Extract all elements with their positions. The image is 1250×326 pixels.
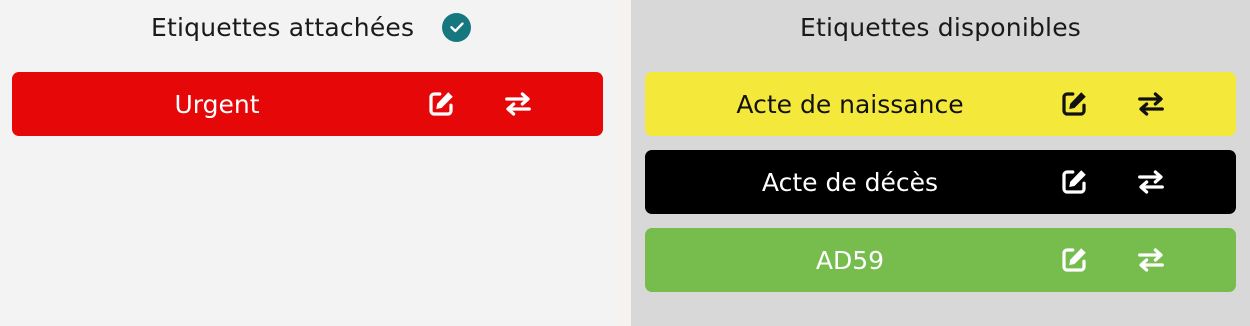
transfer-icon[interactable] (500, 86, 536, 122)
check-circle-icon (442, 12, 472, 42)
transfer-icon[interactable] (1133, 86, 1169, 122)
tag-urgent: Urgent (12, 72, 603, 136)
transfer-icon[interactable] (1133, 242, 1169, 278)
available-tags-title: Etiquettes disponibles (799, 12, 1081, 42)
tag-label: Urgent (174, 89, 260, 119)
tag-label: AD59 (815, 245, 885, 275)
edit-icon[interactable] (1056, 242, 1092, 278)
attached-tags-panel: Etiquettes attachées Urgent (0, 0, 617, 326)
available-tags-panel: Etiquettes disponibles Acte de naissance… (631, 0, 1250, 326)
edit-icon[interactable] (423, 86, 459, 122)
tag-label: Acte de décès (761, 167, 939, 197)
edit-icon[interactable] (1056, 164, 1092, 200)
edit-icon[interactable] (1056, 86, 1092, 122)
tag-ad59: AD59 (645, 228, 1236, 292)
tag-acte-de-naissance: Acte de naissance (645, 72, 1236, 136)
tag-label: Acte de naissance (736, 89, 964, 119)
tag-acte-de-deces: Acte de décès (645, 150, 1236, 214)
transfer-icon[interactable] (1133, 164, 1169, 200)
attached-tags-title: Etiquettes attachées (151, 12, 415, 42)
attached-tags-header: Etiquettes attachées (0, 8, 617, 46)
